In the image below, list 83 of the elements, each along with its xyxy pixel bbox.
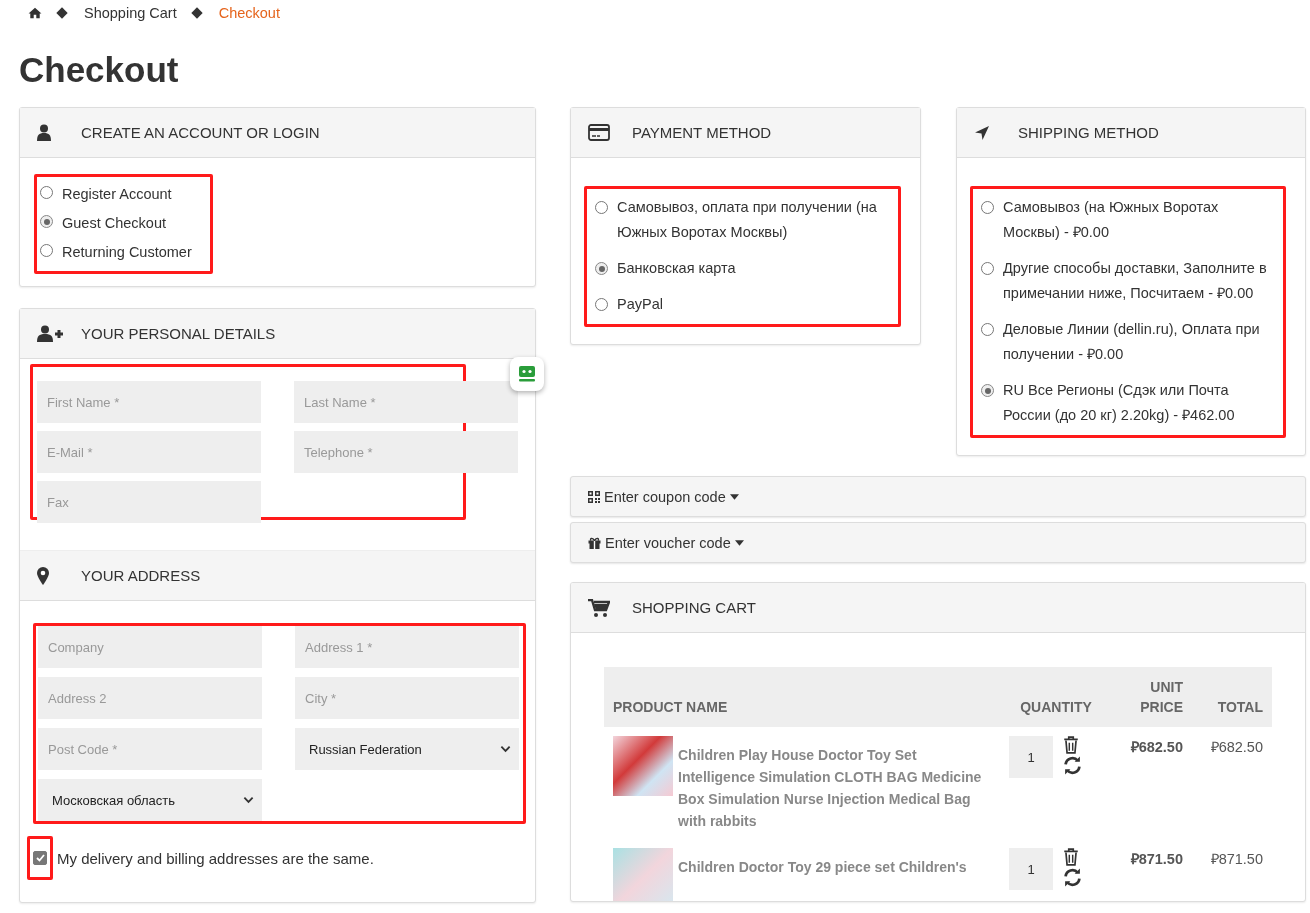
unit-price: ₽871.50 (1129, 850, 1184, 869)
credit-card-icon (588, 124, 610, 141)
radio-label: Деловые Линии (dellin.ru), Оплата при получении - ₽0.00 (1003, 320, 1261, 364)
input-field[interactable]: First Name * (37, 381, 261, 423)
input-field[interactable]: E-Mail * (37, 431, 261, 473)
robot-button[interactable] (510, 357, 544, 391)
update-button[interactable] (1063, 868, 1082, 887)
chevron-down-icon (243, 796, 254, 804)
radio-button[interactable] (981, 323, 994, 336)
radio-label: PayPal (617, 295, 663, 314)
coupon-toggle[interactable]: Enter coupon code (570, 476, 1306, 517)
radio-button[interactable] (981, 201, 994, 214)
panel-title: YOUR PERSONAL DETAILS (81, 325, 276, 342)
breadcrumb-link[interactable]: Shopping Cart (84, 5, 177, 21)
photo-placeholder (613, 848, 673, 901)
column-header: TOTAL (1192, 667, 1272, 727)
radio-button[interactable] (981, 262, 994, 275)
radio-label: Register Account (62, 185, 172, 204)
panel-title: PAYMENT METHOD (632, 124, 772, 141)
input-field[interactable]: Fax (37, 481, 261, 523)
radio-label: Банковская карта (617, 259, 736, 278)
diamond-separator-icon (56, 7, 68, 19)
breadcrumb-current: Checkout (218, 5, 280, 21)
radio-button[interactable] (40, 186, 53, 199)
radio-button[interactable] (595, 201, 608, 214)
home-link[interactable] (28, 7, 42, 19)
update-button[interactable] (1063, 756, 1082, 775)
unit-price: ₽682.50 (1129, 738, 1184, 757)
panel-title: SHOPPING CART (632, 599, 756, 616)
panel-title: SHIPPING METHOD (1018, 124, 1159, 141)
quantity-field[interactable]: 1 (1009, 848, 1053, 890)
column-header: PRODUCT NAME (604, 667, 1000, 727)
caret-icon (729, 493, 739, 500)
map-pin-icon (37, 566, 49, 585)
diamond-separator-icon (191, 7, 203, 19)
panel-title: YOUR ADDRESS (81, 567, 201, 584)
refresh-icon (1063, 756, 1082, 775)
page-title: Checkout (19, 49, 180, 90)
radio-label: Другие способы доставки, Заполните в примечании ниже, Посчитаем - ₽0.00 (1003, 259, 1268, 303)
trash-icon (1063, 848, 1079, 866)
radio-button[interactable] (595, 262, 608, 275)
column-header: QUANTITY (1000, 667, 1112, 727)
radio-label: RU Все Регионы (Сдэк или Почта России (до 20 кг) 2.20kg) - ₽462.00 (1003, 381, 1236, 425)
radio-label: Returning Customer (62, 243, 192, 262)
refresh-icon (1063, 868, 1082, 887)
input-field[interactable]: Address 1 * (295, 626, 519, 668)
input-field[interactable]: Last Name * (294, 381, 518, 423)
radio-button[interactable] (595, 298, 608, 311)
input-field[interactable]: Address 2 (38, 677, 262, 719)
add-user-icon (37, 324, 63, 343)
caret-icon (734, 539, 744, 546)
input-field[interactable]: City * (295, 677, 519, 719)
panel-title: CREATE AN ACCOUNT OR LOGIN (81, 124, 320, 141)
radio-button[interactable] (40, 244, 53, 257)
home-icon (28, 7, 42, 19)
checkbox-label: My delivery and billing addresses are the same. (57, 849, 374, 867)
checkbox[interactable] (33, 851, 47, 865)
input-field[interactable]: Company (38, 626, 262, 668)
select-field[interactable]: Московская область (38, 779, 262, 821)
gift-icon (588, 536, 601, 549)
photo-placeholder (613, 736, 673, 796)
quantity-field[interactable]: 1 (1009, 736, 1053, 778)
radio-label: Самовывоз, оплата при получении (на Южных Воротах Москвы) (617, 198, 878, 242)
select-field[interactable]: Russian Federation (295, 728, 519, 770)
navigation-arrow-icon (974, 124, 990, 141)
trash-icon (1063, 736, 1079, 754)
input-field[interactable]: Telephone * (294, 431, 518, 473)
column-header: UNIT PRICE (1112, 667, 1192, 727)
radio-label: Самовывоз (на Южных Воротах Москвы) - ₽0.00 (1003, 198, 1220, 242)
radio-label: Guest Checkout (62, 214, 166, 233)
total-price: ₽682.50 (1209, 738, 1264, 757)
product-name: Children Play House Doctor Toy Set Intelligence Simulation CLOTH BAG Medicine Box Simulation Nurse Injection Medical Bag with rabbits (678, 746, 983, 831)
total-price: ₽871.50 (1209, 850, 1264, 869)
input-field[interactable]: Post Code * (38, 728, 262, 770)
product-name: Children Doctor Toy 29 piece set Children's (678, 858, 967, 877)
voucher-toggle[interactable]: Enter voucher code (570, 522, 1306, 563)
radio-button[interactable] (981, 384, 994, 397)
shopping-cart-icon (588, 598, 610, 617)
radio-button[interactable] (40, 215, 53, 228)
qr-code-icon (588, 490, 600, 503)
robot-face-icon (517, 364, 537, 384)
user-icon (37, 123, 51, 142)
chevron-down-icon (500, 745, 511, 753)
